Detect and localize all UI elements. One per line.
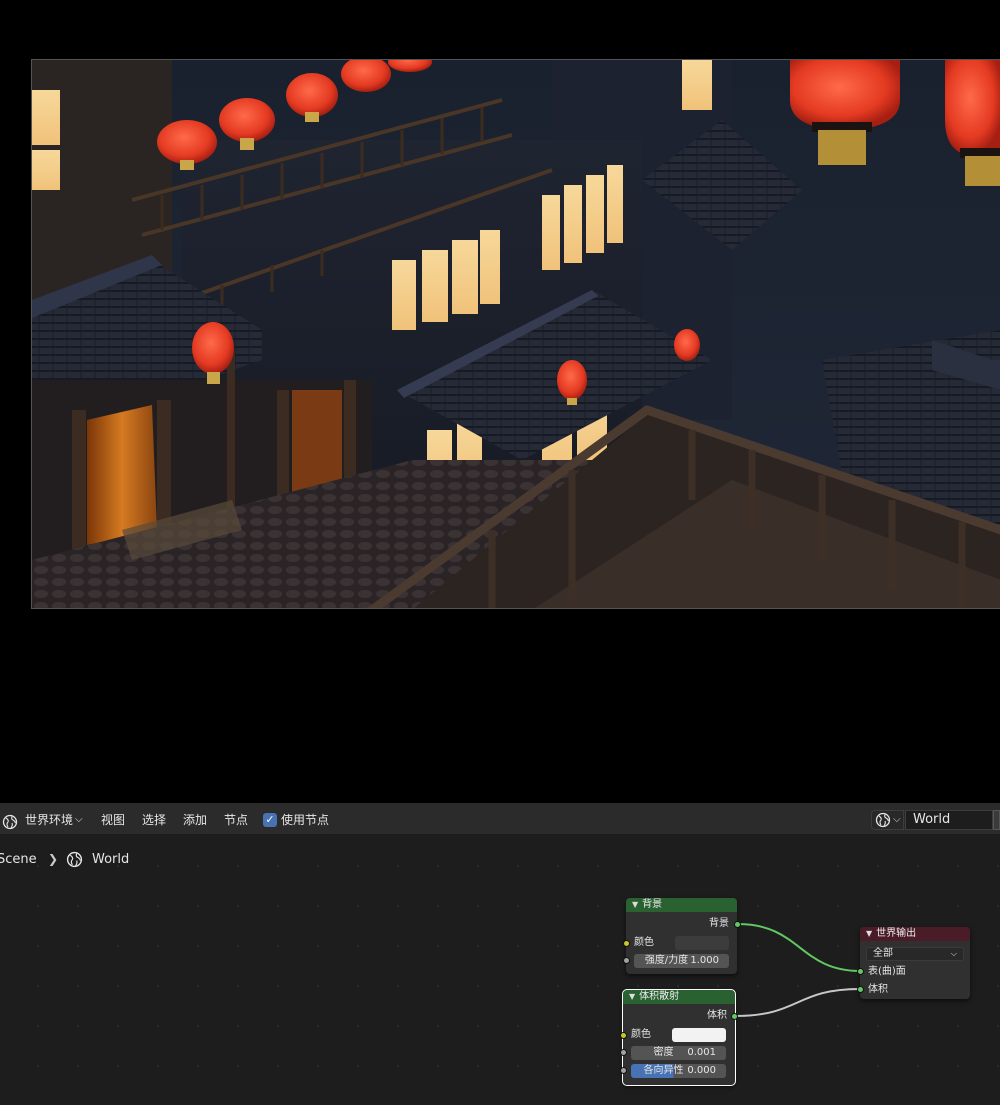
volume-input-socket[interactable]: [857, 986, 864, 993]
editor-type-label: 世界环境: [25, 813, 74, 827]
node-editor-canvas[interactable]: Scene ❯ World ▼ 背景 背景 颜色 强度/力度 1.000 ▼ 体…: [0, 834, 1000, 1105]
render-scene-image: [32, 60, 1000, 608]
density-input-socket[interactable]: [620, 1049, 627, 1056]
node-world-output-title: 世界输出: [876, 928, 917, 939]
target-value: 全部: [873, 948, 893, 959]
density-field[interactable]: 密度 0.001: [631, 1046, 726, 1060]
menu-add[interactable]: 添加: [183, 806, 207, 834]
volume-color-swatch[interactable]: [672, 1028, 726, 1042]
render-viewport[interactable]: [0, 0, 1000, 803]
volume-output-label: 体积: [707, 1010, 727, 1021]
density-value: 0.001: [687, 1047, 716, 1058]
globe-icon: [875, 812, 891, 831]
menu-view[interactable]: 视图: [101, 806, 125, 834]
volume-label: 体积: [868, 984, 888, 995]
node-volume-output-row: 体积: [623, 1008, 735, 1024]
use-nodes-checkbox-icon[interactable]: ✓: [263, 813, 277, 827]
node-background-strength-row: 强度/力度 1.000: [626, 953, 737, 969]
chevron-down-icon[interactable]: ▼: [632, 900, 638, 909]
target-dropdown[interactable]: 全部 ⌵: [866, 947, 964, 961]
node-volume-scatter[interactable]: ▼ 体积散射 体积 颜色 密度 0.001 各向异性 0.000: [620, 989, 738, 1086]
chevron-down-icon: ⌵: [893, 814, 901, 825]
strength-input-socket[interactable]: [623, 957, 630, 964]
strength-value: 1.000: [690, 955, 719, 966]
editor-type-selector[interactable]: 世界环境 ⌵: [0, 806, 86, 834]
surface-label: 表(曲)面: [868, 966, 906, 977]
output-socket[interactable]: [734, 921, 741, 928]
render-preview: [31, 59, 1000, 609]
chevron-down-icon: ⌵: [950, 949, 957, 958]
output-label: 背景: [709, 918, 729, 929]
node-volume-color-row: 颜色: [623, 1027, 735, 1043]
node-links: [734, 923, 861, 1017]
anisotropy-value: 0.000: [687, 1065, 716, 1076]
node-volume-anisotropy-row: 各向异性 0.000: [623, 1063, 735, 1079]
anisotropy-field[interactable]: 各向异性 0.000: [631, 1064, 726, 1078]
node-world-output-header[interactable]: ▼ 世界输出: [860, 927, 970, 941]
menu-node[interactable]: 节点: [224, 806, 248, 834]
chevron-down-icon[interactable]: ▼: [866, 929, 872, 938]
node-background-title: 背景: [642, 899, 663, 910]
volume-color-label: 颜色: [631, 1029, 651, 1040]
strength-field[interactable]: 强度/力度 1.000: [634, 954, 729, 968]
color-swatch[interactable]: [675, 936, 729, 950]
node-background-color-row: 颜色: [626, 935, 737, 951]
use-nodes-label[interactable]: 使用节点: [281, 806, 329, 834]
anisotropy-input-socket[interactable]: [620, 1067, 627, 1074]
node-world-output-volume-row: 体积: [860, 982, 970, 998]
shield-icon[interactable]: [993, 810, 1000, 830]
node-world-output[interactable]: ▼ 世界输出 全部 ⌵ 表(曲)面 体积: [857, 927, 970, 999]
menu-select[interactable]: 选择: [142, 806, 166, 834]
volume-color-input-socket[interactable]: [620, 1032, 627, 1039]
node-background-output-row: 背景: [626, 916, 737, 932]
node-volume-density-row: 密度 0.001: [623, 1045, 735, 1061]
node-editor-header: 世界环境 ⌵ 视图 选择 添加 节点 ✓ 使用节点 ⌵ World: [0, 806, 1000, 834]
world-browse-button[interactable]: ⌵: [871, 810, 904, 830]
link-volume-to-volume: [734, 988, 861, 1017]
volume-output-socket[interactable]: [731, 1013, 738, 1020]
surface-input-socket[interactable]: [857, 968, 864, 975]
node-volume-header[interactable]: ▼ 体积散射: [623, 990, 735, 1004]
node-background-header[interactable]: ▼ 背景: [626, 898, 737, 912]
world-name-field[interactable]: World: [905, 810, 993, 830]
color-label: 颜色: [634, 937, 654, 948]
node-world-output-target-row: 全部 ⌵: [860, 946, 970, 962]
node-volume-title: 体积散射: [639, 991, 680, 1002]
link-background-to-surface: [737, 923, 861, 972]
node-world-output-surface-row: 表(曲)面: [860, 964, 970, 980]
chevron-down-icon[interactable]: ▼: [629, 992, 635, 1001]
chevron-down-icon: ⌵: [75, 814, 83, 825]
color-input-socket[interactable]: [623, 940, 630, 947]
node-background[interactable]: ▼ 背景 背景 颜色 强度/力度 1.000: [623, 898, 741, 974]
